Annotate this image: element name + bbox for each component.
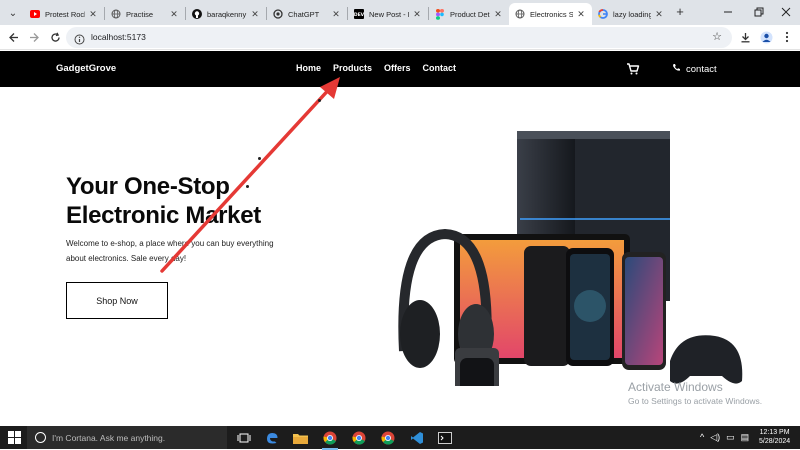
tab-new-post[interactable]: DEV New Post - D ✕ — [348, 3, 428, 25]
globe-icon — [111, 9, 121, 19]
back-arrow-icon[interactable] — [4, 28, 22, 46]
minimize-icon[interactable] — [714, 2, 742, 22]
edge-icon[interactable] — [264, 430, 280, 446]
profile-avatar-icon[interactable] — [757, 28, 775, 46]
windows-taskbar: I'm Cortana. Ask me anything. ^ ◁) ▭ ▤ 1… — [0, 426, 800, 450]
tab-title: ChatGPT — [288, 9, 320, 19]
close-icon[interactable]: ✕ — [169, 9, 179, 20]
cortana-search-box[interactable]: I'm Cortana. Ask me anything. — [27, 426, 227, 449]
chrome-icon[interactable] — [380, 430, 396, 446]
download-icon[interactable] — [736, 28, 754, 46]
phone-icon — [672, 63, 681, 75]
browser-toolbar: localhost:5173 ☆ — [0, 25, 800, 50]
web-page: GadgetGrove Home Products Offers Contact… — [0, 51, 800, 426]
chevron-up-icon[interactable]: ^ — [700, 432, 704, 443]
activate-windows-subtitle: Go to Settings to activate Windows. — [628, 396, 763, 406]
loading-dot — [258, 157, 261, 160]
clock-time: 12:13 PM — [759, 429, 790, 436]
notifications-icon[interactable]: ▤ — [741, 432, 750, 443]
contact-label: contact — [686, 63, 717, 75]
more-menu-icon[interactable] — [778, 28, 796, 46]
file-explorer-icon[interactable] — [292, 430, 308, 446]
taskbar-clock[interactable]: 12:13 PM 5/28/2024 — [759, 428, 790, 446]
google-icon — [598, 9, 608, 19]
tab-title: Practise — [126, 9, 154, 19]
youtube-icon — [30, 9, 40, 19]
address-bar[interactable]: localhost:5173 ☆ — [66, 27, 732, 48]
close-icon[interactable]: ✕ — [88, 9, 98, 20]
bookmark-star-icon[interactable]: ☆ — [712, 30, 722, 43]
nav-link-contact[interactable]: Contact — [423, 63, 457, 73]
chrome-icon[interactable] — [351, 430, 367, 446]
tab-title: Protest Rock — [45, 9, 85, 19]
task-view-icon[interactable] — [236, 430, 252, 446]
activate-windows-watermark: Activate Windows Go to Settings to activ… — [628, 380, 762, 406]
chrome-icon[interactable] — [322, 430, 338, 450]
vscode-icon[interactable] — [409, 430, 425, 446]
site-navbar: GadgetGrove Home Products Offers Contact… — [0, 51, 800, 87]
close-icon[interactable]: ✕ — [576, 9, 586, 20]
terminal-icon[interactable] — [437, 430, 453, 446]
url-text: localhost:5173 — [91, 32, 146, 42]
hero-title: Your One-Stop Electronic Market — [66, 173, 261, 229]
network-icon[interactable]: ▭ — [726, 432, 735, 443]
loading-dot — [246, 185, 249, 188]
close-icon[interactable]: ✕ — [412, 9, 422, 20]
close-icon[interactable]: ✕ — [654, 9, 664, 20]
figma-icon — [435, 8, 445, 20]
brand-logo[interactable]: GadgetGrove — [56, 63, 116, 74]
close-window-icon[interactable] — [772, 2, 800, 22]
tab-protest-rock[interactable]: Protest Rock ✕ — [24, 3, 104, 25]
tab-search-chevron-icon[interactable]: ⌄ — [4, 4, 22, 22]
restore-icon[interactable] — [745, 2, 773, 22]
volume-icon[interactable]: ◁) — [710, 432, 720, 443]
cart-icon[interactable] — [626, 62, 640, 76]
contact-link[interactable]: contact — [672, 63, 717, 75]
nav-link-home[interactable]: Home — [296, 63, 321, 73]
loading-dot — [318, 99, 321, 102]
tab-title: baraqkenny — [207, 9, 247, 19]
main-menu: Home Products Offers Contact — [296, 63, 456, 73]
tab-title: Product Deta — [450, 9, 490, 19]
search-placeholder: I'm Cortana. Ask me anything. — [52, 432, 166, 443]
close-icon[interactable]: ✕ — [331, 9, 341, 20]
site-info-icon[interactable] — [74, 32, 85, 45]
close-icon[interactable]: ✕ — [250, 9, 260, 20]
github-icon — [192, 9, 202, 19]
windows-start-icon[interactable] — [8, 431, 21, 444]
system-tray: ^ ◁) ▭ ▤ — [700, 432, 749, 443]
reload-icon[interactable] — [46, 28, 64, 46]
hero-description: Welcome to e-shop, a place where you can… — [66, 239, 274, 263]
cortana-icon — [35, 432, 46, 443]
hero-products-image — [398, 131, 743, 386]
tab-title: lazy loading — [613, 9, 651, 19]
tab-lazy-loading[interactable]: lazy loading ✕ — [592, 3, 670, 25]
close-icon[interactable]: ✕ — [493, 9, 503, 20]
tab-strip: ⌄ Protest Rock ✕ Practise ✕ baraqkenny ✕… — [0, 0, 800, 25]
shop-now-button[interactable]: Shop Now — [66, 282, 168, 319]
new-tab-button[interactable]: + — [672, 4, 688, 20]
forward-arrow-icon[interactable] — [25, 28, 43, 46]
chatgpt-icon — [273, 9, 283, 19]
nav-link-products[interactable]: Products — [333, 63, 372, 73]
globe-icon — [515, 9, 525, 19]
clock-date: 5/28/2024 — [759, 438, 791, 445]
tab-product-details[interactable]: Product Deta ✕ — [429, 3, 509, 25]
tab-electronics-store[interactable]: Electronics S ✕ — [509, 3, 592, 25]
activate-windows-title: Activate Windows — [628, 380, 723, 394]
tab-title: Electronics S — [530, 9, 573, 19]
tab-practise[interactable]: Practise ✕ — [105, 3, 185, 25]
svg-text:DEV: DEV — [354, 12, 364, 18]
dev-icon: DEV — [354, 9, 364, 19]
tab-github[interactable]: baraqkenny ✕ — [186, 3, 266, 25]
nav-link-offers[interactable]: Offers — [384, 63, 411, 73]
tab-chatgpt[interactable]: ChatGPT ✕ — [267, 3, 347, 25]
tab-title: New Post - D — [369, 9, 409, 19]
